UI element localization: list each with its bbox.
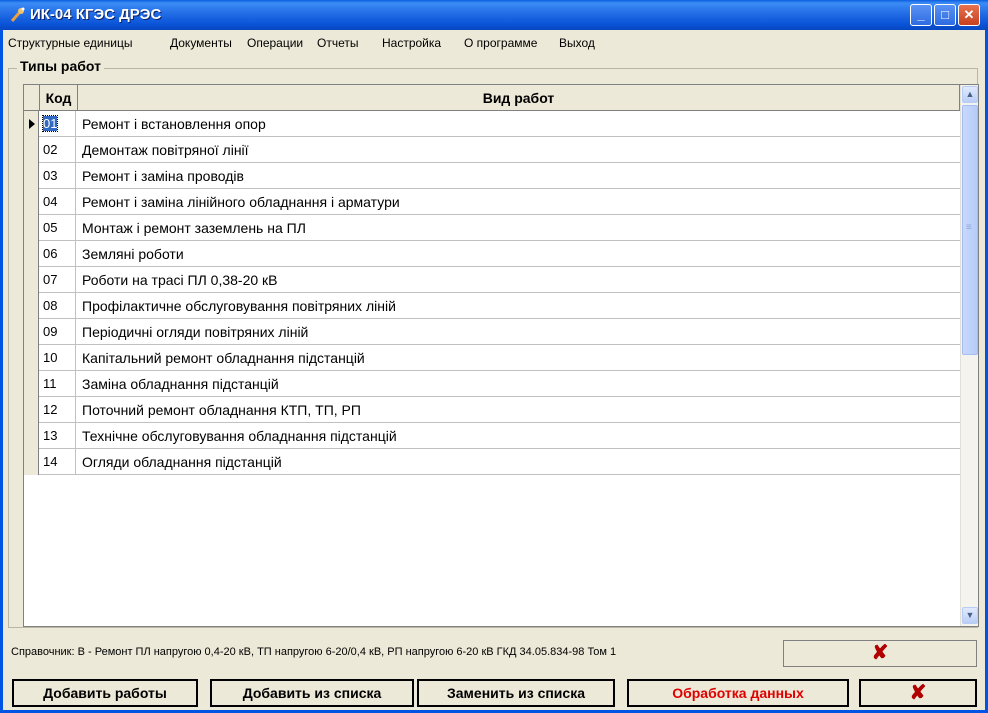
row-indicator <box>24 423 39 449</box>
cell-code[interactable]: 11 <box>40 371 76 397</box>
cell-code[interactable]: 05 <box>40 215 76 241</box>
cell-code[interactable]: 08 <box>40 293 76 319</box>
table-row[interactable]: 04 Ремонт і заміна лінійного обладнання і… <box>24 189 960 215</box>
row-indicator <box>24 163 39 189</box>
cell-work-type[interactable]: Роботи на трасі ПЛ 0,38-20 кВ <box>80 267 950 293</box>
replace-from-list-button[interactable]: Заменить из списка <box>417 679 615 707</box>
add-works-button[interactable]: Добавить работы <box>12 679 198 707</box>
menu-about[interactable]: О программе <box>464 36 537 50</box>
app-icon <box>10 7 25 22</box>
cell-work-type[interactable]: Профілактичне обслуговування повітряних … <box>80 293 950 319</box>
cell-code[interactable]: 02 <box>40 137 76 163</box>
row-indicator <box>24 215 39 241</box>
close-x-icon: ✘ <box>871 642 889 664</box>
table-row[interactable]: 14 Огляди обладнання підстанцій <box>24 449 960 475</box>
row-indicator <box>24 319 39 345</box>
cell-work-type[interactable]: Ремонт і заміна проводів <box>80 163 950 189</box>
group-title: Типы работ <box>17 58 104 74</box>
row-indicator <box>24 111 39 137</box>
minimize-icon: _ <box>917 7 925 22</box>
indicator-header <box>24 85 40 111</box>
cell-work-type[interactable]: Ремонт і заміна лінійного обладнання і а… <box>80 189 950 215</box>
menu-operations[interactable]: Операции <box>247 36 303 50</box>
scroll-thumb[interactable] <box>962 105 978 355</box>
row-indicator <box>24 137 39 163</box>
cell-work-type[interactable]: Заміна обладнання підстанцій <box>80 371 950 397</box>
cell-work-type[interactable]: Періодичні огляди повітряних ліній <box>80 319 950 345</box>
cell-code[interactable]: 06 <box>40 241 76 267</box>
cell-code[interactable]: 01 <box>40 111 76 137</box>
row-indicator <box>24 449 39 475</box>
table-row[interactable]: 03 Ремонт і заміна проводів <box>24 163 960 189</box>
table-row[interactable]: 05 Монтаж і ремонт заземлень на ПЛ <box>24 215 960 241</box>
cell-code[interactable]: 07 <box>40 267 76 293</box>
cell-code[interactable]: 09 <box>40 319 76 345</box>
cell-code[interactable]: 10 <box>40 345 76 371</box>
cell-code[interactable]: 12 <box>40 397 76 423</box>
close-x-icon: ✘ <box>909 682 927 704</box>
table-row[interactable]: 06 Земляні роботи <box>24 241 960 267</box>
table-row[interactable]: 10 Капітальний ремонт обладнання підстанц… <box>24 345 960 371</box>
menu-structural-units[interactable]: Структурные единицы <box>8 36 132 50</box>
cell-work-type[interactable]: Капітальний ремонт обладнання підстанцій <box>80 345 950 371</box>
menu-exit[interactable]: Выход <box>559 36 595 50</box>
cell-work-type[interactable]: Монтаж і ремонт заземлень на ПЛ <box>80 215 950 241</box>
row-indicator <box>24 293 39 319</box>
cell-code[interactable]: 03 <box>40 163 76 189</box>
menu-reports[interactable]: Отчеты <box>317 36 358 50</box>
row-indicator <box>24 267 39 293</box>
table-row[interactable]: 09 Періодичні огляди повітряних ліній <box>24 319 960 345</box>
title-bar[interactable]: ИК-04 КГЭС ДРЭС _ □ ✕ <box>0 0 988 30</box>
cell-work-type[interactable]: Земляні роботи <box>80 241 950 267</box>
row-indicator <box>24 345 39 371</box>
table-row[interactable]: 02 Демонтаж повітряної лінії <box>24 137 960 163</box>
scroll-up-button[interactable]: ▲ <box>962 86 978 103</box>
row-indicator <box>24 397 39 423</box>
add-from-list-button[interactable]: Добавить из списка <box>210 679 414 707</box>
cell-code[interactable]: 13 <box>40 423 76 449</box>
cell-code[interactable]: 04 <box>40 189 76 215</box>
cell-work-type[interactable]: Технічне обслуговування обладнання підст… <box>80 423 950 449</box>
menu-documents[interactable]: Документы <box>170 36 232 50</box>
column-header-work-type[interactable]: Вид работ <box>78 85 960 111</box>
table-row[interactable]: 13 Технічне обслуговування обладнання під… <box>24 423 960 449</box>
cell-work-type[interactable]: Огляди обладнання підстанцій <box>80 449 950 475</box>
reference-status: Справочник: В - Ремонт ПЛ напругою 0,4-2… <box>11 646 617 658</box>
chevron-up-icon: ▲ <box>965 89 975 99</box>
table-row[interactable]: 11 Заміна обладнання підстанцій <box>24 371 960 397</box>
table-row[interactable]: 07 Роботи на трасі ПЛ 0,38-20 кВ <box>24 267 960 293</box>
close-window-button[interactable]: ✕ <box>958 4 980 26</box>
table-row[interactable]: 01 Ремонт і встановлення опор <box>24 111 960 137</box>
table-row[interactable]: 08 Профілактичне обслуговування повітряни… <box>24 293 960 319</box>
close-button[interactable]: ✘ <box>859 679 977 707</box>
close-icon: ✕ <box>963 7 975 22</box>
table-row[interactable]: 12 Поточний ремонт обладнання КТП, ТП, РП <box>24 397 960 423</box>
minimize-button[interactable]: _ <box>910 4 932 26</box>
cell-work-type[interactable]: Демонтаж повітряної лінії <box>80 137 950 163</box>
scroll-down-button[interactable]: ▼ <box>962 607 978 624</box>
menu-bar: Структурные единицы Документы Операции О… <box>3 30 985 54</box>
status-close-button[interactable]: ✘ <box>783 640 977 667</box>
table-header: Код Вид работ <box>24 85 960 111</box>
row-indicator <box>24 189 39 215</box>
row-indicator <box>24 241 39 267</box>
cell-work-type[interactable]: Ремонт і встановлення опор <box>80 111 950 137</box>
menu-settings[interactable]: Настройка <box>382 36 441 50</box>
maximize-icon: □ <box>941 7 949 22</box>
process-data-button[interactable]: Обработка данных <box>627 679 849 707</box>
window-title: ИК-04 КГЭС ДРЭС <box>30 6 162 23</box>
row-indicator <box>24 371 39 397</box>
cell-work-type[interactable]: Поточний ремонт обладнання КТП, ТП, РП <box>80 397 950 423</box>
vertical-scrollbar[interactable]: ▲ ▼ <box>960 85 978 626</box>
cell-code[interactable]: 14 <box>40 449 76 475</box>
work-types-table[interactable]: Код Вид работ 01 Ремонт і встановлення оп… <box>23 84 979 627</box>
status-bar: Справочник: В - Ремонт ПЛ напругою 0,4-2… <box>11 640 977 667</box>
chevron-down-icon: ▼ <box>965 610 975 620</box>
app-window: ИК-04 КГЭС ДРЭС _ □ ✕ Структурные единиц… <box>0 0 988 713</box>
maximize-button[interactable]: □ <box>934 4 956 26</box>
column-header-code[interactable]: Код <box>40 85 78 111</box>
